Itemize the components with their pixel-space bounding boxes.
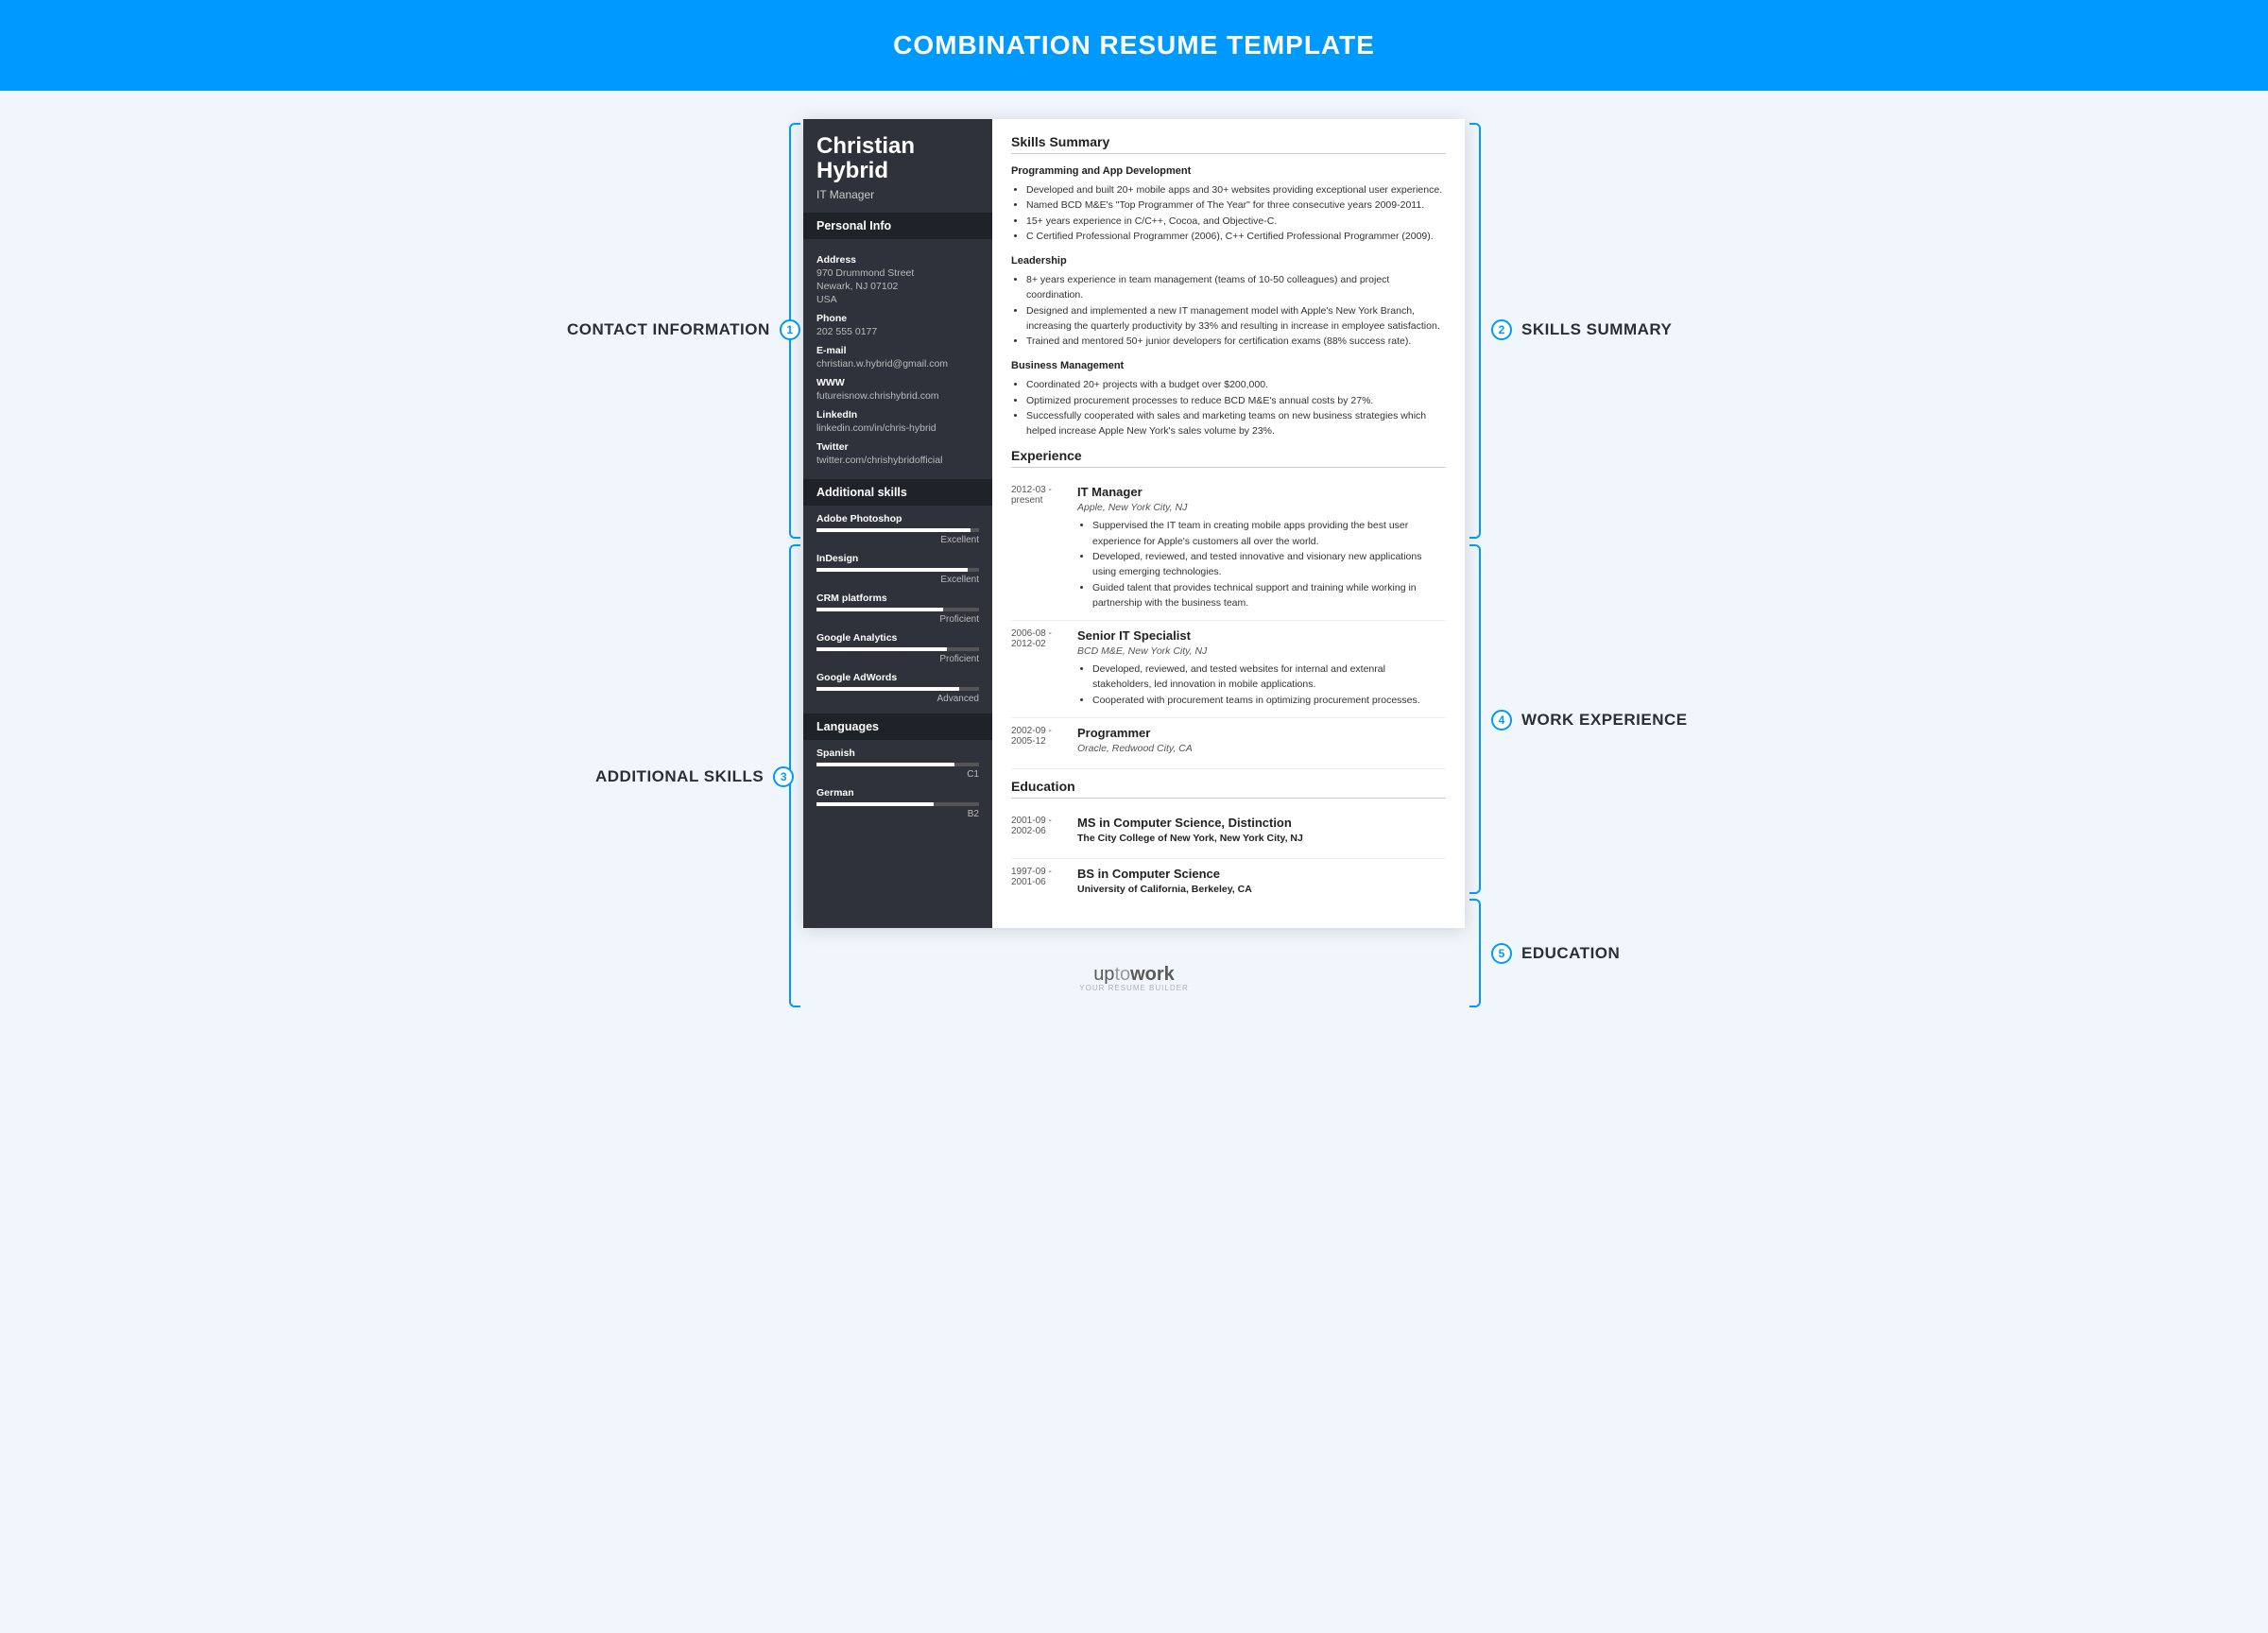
skill-item: Adobe PhotoshopExcellent xyxy=(803,506,992,545)
footer-tagline: YOUR RESUME BUILDER xyxy=(0,984,2268,992)
callout-num-3: 3 xyxy=(773,766,794,787)
experience-heading: Experience xyxy=(1011,448,1446,468)
callout-text: WORK EXPERIENCE xyxy=(1521,711,1688,730)
page-banner: COMBINATION RESUME TEMPLATE xyxy=(0,0,2268,91)
callout-text: SKILLS SUMMARY xyxy=(1521,320,1672,339)
skill-item: Google AdWordsAdvanced xyxy=(803,664,992,713)
skill-item: InDesignExcellent xyxy=(803,545,992,585)
edu-dates: 2001-09 - 2002-06 xyxy=(1011,816,1064,849)
linkedin-value: linkedin.com/in/chris-hybrid xyxy=(816,422,979,434)
exp-org: BCD M&E, New York City, NJ xyxy=(1077,645,1446,657)
person-title: IT Manager xyxy=(803,188,992,213)
bullet: Designed and implemented a new IT manage… xyxy=(1026,303,1446,335)
contact-block: Address 970 Drummond Street Newark, NJ 0… xyxy=(803,239,992,479)
skill-item: Google AnalyticsProficient xyxy=(803,625,992,664)
edu-school: University of California, Berkeley, CA xyxy=(1077,884,1446,895)
footer-logo: uptowork YOUR RESUME BUILDER xyxy=(0,947,2268,1015)
callout-num-2: 2 xyxy=(1491,319,1512,340)
sidebar: ChristianHybrid IT Manager Personal Info… xyxy=(803,119,992,928)
phone-value: 202 555 0177 xyxy=(816,326,979,337)
callout-num-4: 4 xyxy=(1491,710,1512,731)
linkedin-label: LinkedIn xyxy=(816,409,979,421)
email-label: E-mail xyxy=(816,345,979,356)
twitter-label: Twitter xyxy=(816,441,979,453)
edu-dates: 1997-09 - 2001-06 xyxy=(1011,867,1064,900)
brace-work xyxy=(1469,544,1481,894)
www-value: futureisnow.chrishybrid.com xyxy=(816,390,979,402)
education-heading: Education xyxy=(1011,779,1446,799)
lang-item: GermanB2 xyxy=(803,780,992,834)
bullet: Cooperated with procurement teams in opt… xyxy=(1092,693,1446,708)
education-item: 2001-09 - 2002-06 MS in Computer Science… xyxy=(1011,808,1446,859)
experience-item: 2012-03 - present IT Manager Apple, New … xyxy=(1011,477,1446,621)
address-line: USA xyxy=(816,294,979,305)
exp-bullets: Suppervised the IT team in creating mobi… xyxy=(1077,518,1446,610)
skill-group-title: Programming and App Development xyxy=(1011,165,1446,177)
bullet: Trained and mentored 50+ junior develope… xyxy=(1026,334,1446,349)
bullet: Developed, reviewed, and tested innovati… xyxy=(1092,549,1446,580)
exp-role: IT Manager xyxy=(1077,485,1446,499)
www-label: WWW xyxy=(816,377,979,388)
exp-dates: 2012-03 - present xyxy=(1011,485,1064,610)
callout-skills: 2 SKILLS SUMMARY xyxy=(1491,319,1672,340)
brace-skills xyxy=(1469,123,1481,539)
lang-item: SpanishC1 xyxy=(803,740,992,780)
skills-summary-heading: Skills Summary xyxy=(1011,134,1446,154)
edu-degree: BS in Computer Science xyxy=(1077,867,1446,881)
languages-heading: Languages xyxy=(803,713,992,740)
main-column: Skills Summary Programming and App Devel… xyxy=(992,119,1465,928)
twitter-value: twitter.com/chrishybridofficial xyxy=(816,455,979,466)
skill-bullets: Developed and built 20+ mobile apps and … xyxy=(1011,182,1446,244)
address-label: Address xyxy=(816,254,979,266)
callout-work: 4 WORK EXPERIENCE xyxy=(1491,710,1688,731)
exp-org: Oracle, Redwood City, CA xyxy=(1077,743,1446,754)
exp-bullets: Developed, reviewed, and tested websites… xyxy=(1077,662,1446,708)
education-item: 1997-09 - 2001-06 BS in Computer Science… xyxy=(1011,859,1446,909)
callout-num-1: 1 xyxy=(780,319,800,340)
callout-edu: 5 EDUCATION xyxy=(1491,943,1620,964)
exp-dates: 2002-09 - 2005-12 xyxy=(1011,726,1064,759)
callout-text: EDUCATION xyxy=(1521,944,1620,963)
skill-bullets: Coordinated 20+ projects with a budget o… xyxy=(1011,377,1446,438)
exp-role: Programmer xyxy=(1077,726,1446,740)
bullet: Suppervised the IT team in creating mobi… xyxy=(1092,518,1446,549)
bullet: 15+ years experience in C/C++, Cocoa, an… xyxy=(1026,214,1446,229)
brace-edu xyxy=(1469,899,1481,1007)
exp-dates: 2006-08 - 2012-02 xyxy=(1011,628,1064,708)
edu-degree: MS in Computer Science, Distinction xyxy=(1077,816,1446,830)
callout-text: ADDITIONAL SKILLS xyxy=(595,767,764,786)
skill-group-title: Leadership xyxy=(1011,255,1446,266)
callout-text: CONTACT INFORMATION xyxy=(567,320,770,339)
addskills-heading: Additional skills xyxy=(803,479,992,506)
personal-info-heading: Personal Info xyxy=(803,213,992,239)
callout-num-5: 5 xyxy=(1491,943,1512,964)
bullet: Developed, reviewed, and tested websites… xyxy=(1092,662,1446,693)
resume: ChristianHybrid IT Manager Personal Info… xyxy=(803,119,1465,928)
bullet: Optimized procurement processes to reduc… xyxy=(1026,393,1446,408)
callout-contact: 1 CONTACT INFORMATION xyxy=(567,319,800,340)
bullet: Developed and built 20+ mobile apps and … xyxy=(1026,182,1446,198)
email-value: christian.w.hybrid@gmail.com xyxy=(816,358,979,370)
experience-item: 2006-08 - 2012-02 Senior IT Specialist B… xyxy=(1011,621,1446,718)
bullet: Named BCD M&E's "Top Programmer of The Y… xyxy=(1026,198,1446,213)
skill-item: CRM platformsProficient xyxy=(803,585,992,625)
address-line: Newark, NJ 07102 xyxy=(816,281,979,292)
bullet: Coordinated 20+ projects with a budget o… xyxy=(1026,377,1446,392)
bullet: Successfully cooperated with sales and m… xyxy=(1026,408,1446,439)
bullet: Guided talent that provides technical su… xyxy=(1092,580,1446,611)
bullet: 8+ years experience in team management (… xyxy=(1026,272,1446,303)
experience-item: 2002-09 - 2005-12 Programmer Oracle, Red… xyxy=(1011,718,1446,769)
exp-role: Senior IT Specialist xyxy=(1077,628,1446,643)
address-line: 970 Drummond Street xyxy=(816,267,979,279)
person-name: ChristianHybrid xyxy=(803,119,992,188)
skill-group-title: Business Management xyxy=(1011,360,1446,371)
exp-org: Apple, New York City, NJ xyxy=(1077,502,1446,513)
phone-label: Phone xyxy=(816,313,979,324)
edu-school: The City College of New York, New York C… xyxy=(1077,833,1446,844)
bullet: C Certified Professional Programmer (200… xyxy=(1026,229,1446,244)
callout-addskills: 3 ADDITIONAL SKILLS xyxy=(595,766,794,787)
skill-bullets: 8+ years experience in team management (… xyxy=(1011,272,1446,349)
stage: 1 CONTACT INFORMATION 3 ADDITIONAL SKILL… xyxy=(567,119,1701,928)
